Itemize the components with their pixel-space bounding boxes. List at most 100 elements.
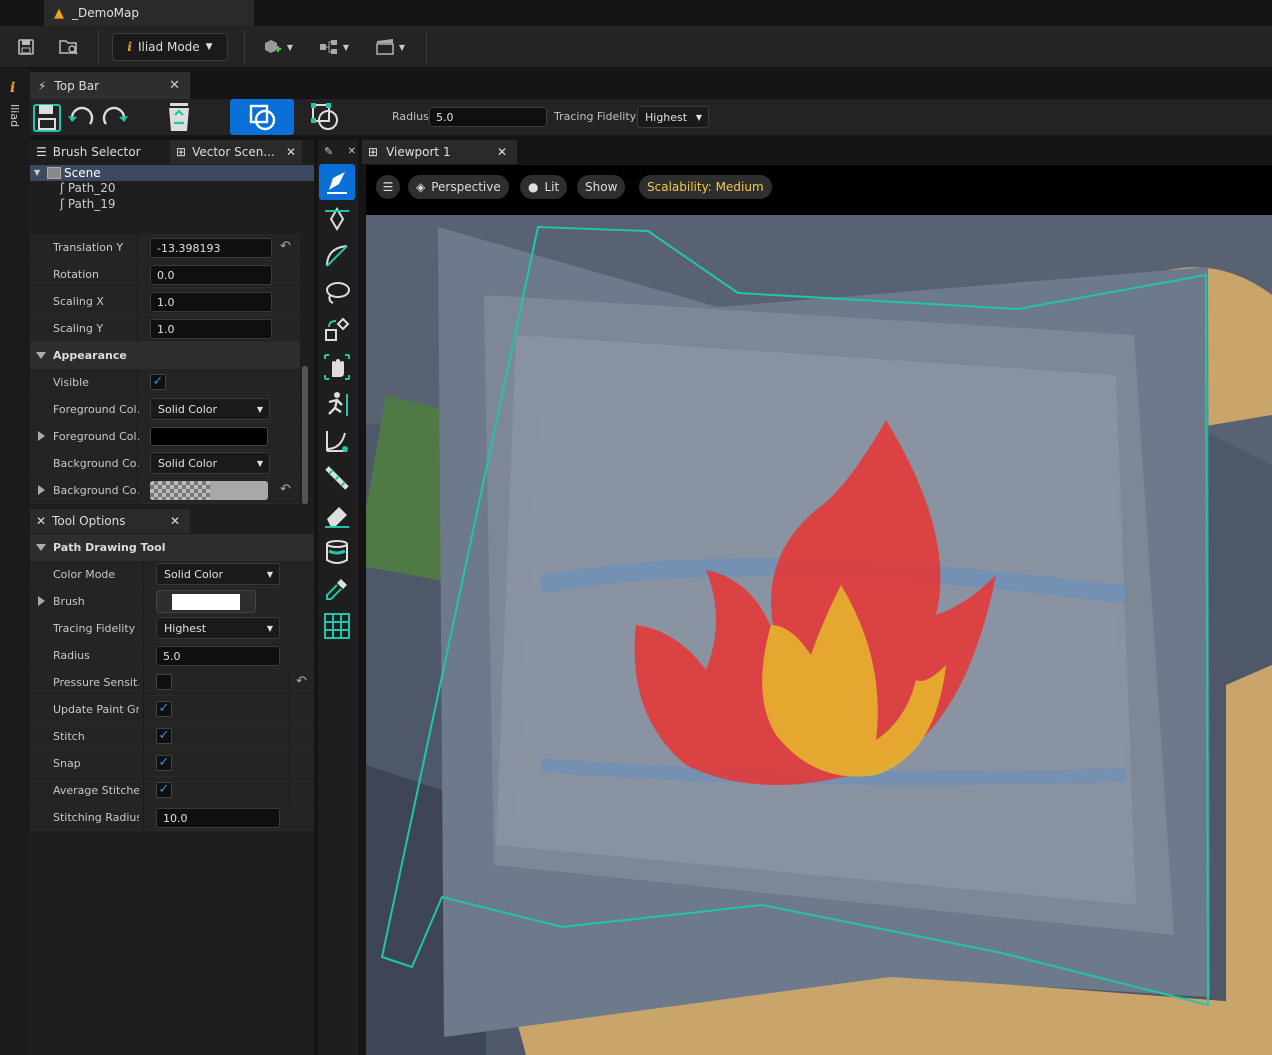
info-icon[interactable]: i [10, 80, 15, 96]
tab-top-bar[interactable]: ⚡ Top Bar ✕ [30, 72, 190, 99]
property-label: Radius [53, 649, 90, 662]
scrollbar-track[interactable] [302, 366, 308, 504]
scrollbar-thumb[interactable] [302, 366, 308, 504]
perspective-button[interactable]: ◈ Perspective [408, 175, 509, 199]
foreground-color-swatch[interactable] [150, 427, 268, 446]
chevron-right-icon[interactable] [38, 431, 45, 441]
color-mode-dropdown[interactable]: Solid Color ▼ [156, 563, 280, 585]
chevron-right-icon[interactable] [38, 485, 45, 495]
close-icon[interactable]: ✕ [497, 145, 507, 159]
average-stitches-checkbox[interactable]: ✓ [156, 782, 172, 798]
tab-vector-scene[interactable]: ⊞ Vector Scen... ✕ [170, 140, 302, 164]
lit-button[interactable]: ● Lit [520, 175, 568, 199]
transform-shape-tool-button[interactable] [308, 99, 342, 135]
redo-icon[interactable] [98, 99, 132, 135]
property-row: Translation Y -13.398193 ↶ [30, 234, 300, 261]
line-tool-icon[interactable] [319, 238, 355, 274]
chevron-down-icon: ▼ [286, 42, 294, 52]
scalability-badge[interactable]: Scalability: Medium [639, 175, 772, 199]
tree-row-scene[interactable]: ▼ Scene [30, 165, 314, 181]
category-path-drawing-tool[interactable]: Path Drawing Tool [30, 534, 314, 561]
grid-icon[interactable] [319, 608, 355, 644]
document-tab[interactable]: ▲ _DemoMap [44, 0, 254, 26]
viewport[interactable]: ☰ ◈ Perspective ● Lit Show Scalability: … [366, 165, 1272, 1055]
scaling-y-input[interactable]: 1.0 [150, 319, 272, 339]
tab-label: Viewport 1 [386, 145, 451, 159]
background-mode-dropdown[interactable]: Solid Color ▼ [150, 452, 270, 474]
property-row: Background Co... ↶ [30, 477, 300, 504]
toolbar-divider [244, 30, 245, 64]
show-button[interactable]: Show [577, 175, 626, 199]
blueprint-button[interactable]: ▼ [314, 34, 354, 60]
radius-input[interactable]: 5.0 [156, 646, 280, 666]
property-label: Stitching Radius [53, 811, 139, 824]
dropdown-value: Solid Color [158, 456, 218, 470]
curve-tool-icon[interactable] [319, 423, 355, 459]
side-strip-label[interactable]: Iliad [8, 104, 21, 127]
visible-checkbox[interactable]: ✓ [150, 374, 166, 390]
chevron-down-icon: ▼ [205, 42, 213, 52]
palette-tab[interactable]: ✎ ✕ [318, 140, 358, 162]
browse-icon[interactable] [56, 34, 82, 60]
tab-tool-options[interactable]: ✕ Tool Options ✕ [30, 509, 190, 533]
reset-icon[interactable]: ↶ [296, 674, 307, 689]
property-label: Background Co... [53, 484, 139, 497]
undo-icon[interactable] [64, 99, 98, 135]
viewport-menu-button[interactable]: ☰ [376, 175, 400, 199]
tree-row-path[interactable]: ʃ Path_20 [60, 181, 116, 197]
close-icon[interactable]: ✕ [170, 514, 180, 528]
close-icon[interactable]: ✕ [286, 145, 296, 159]
lightning-icon: ⚡ [38, 78, 47, 93]
reset-icon[interactable]: ↶ [280, 482, 291, 497]
pen-tool-icon[interactable] [319, 164, 355, 200]
add-actor-button[interactable]: ▼ [258, 34, 298, 60]
shape-transform-icon[interactable] [319, 312, 355, 348]
update-paint-checkbox[interactable]: ✓ [156, 701, 172, 717]
close-icon[interactable]: ✕ [348, 146, 356, 157]
translation-y-input[interactable]: -13.398193 [150, 238, 272, 258]
reset-icon[interactable]: ↶ [280, 239, 291, 254]
stitching-radius-input[interactable]: 10.0 [156, 808, 280, 828]
dropdown-value: Solid Color [164, 567, 224, 581]
paint-bucket-icon[interactable] [319, 534, 355, 570]
hand-tool-icon[interactable] [319, 349, 355, 385]
chevron-down-icon: ▼ [342, 42, 350, 52]
chevron-down-icon: ▼ [266, 569, 273, 579]
property-label: Scaling X [53, 295, 104, 308]
hamburger-icon: ☰ [382, 180, 394, 194]
pose-tool-icon[interactable] [319, 386, 355, 422]
tree-row-path[interactable]: ʃ Path_19 [60, 197, 116, 213]
tracing-fidelity-dropdown[interactable]: Highest ▼ [156, 617, 280, 639]
pressure-sensitivity-checkbox[interactable] [156, 674, 172, 690]
eraser-icon[interactable] [319, 497, 355, 533]
scaling-x-input[interactable]: 1.0 [150, 292, 272, 312]
property-label: Visible [53, 376, 89, 389]
viewport-scene[interactable] [366, 165, 1272, 1055]
radius-input[interactable]: 5.0 [429, 107, 547, 127]
close-icon[interactable]: ✕ [169, 78, 180, 93]
bezier-pen-icon[interactable] [319, 201, 355, 237]
foreground-mode-dropdown[interactable]: Solid Color ▼ [150, 398, 270, 420]
background-color-swatch[interactable] [150, 481, 268, 500]
stitch-checkbox[interactable]: ✓ [156, 728, 172, 744]
select-shape-tool-button[interactable] [230, 99, 294, 135]
rotation-input[interactable]: 0.0 [150, 265, 272, 285]
property-label: Update Paint Gr... [53, 703, 139, 716]
property-row: Scaling X 1.0 [30, 288, 300, 315]
lasso-icon[interactable] [319, 275, 355, 311]
chevron-down-icon[interactable]: ▼ [34, 168, 40, 177]
tracing-fidelity-dropdown[interactable]: Highest ▼ [637, 106, 709, 128]
eyedropper-icon[interactable] [319, 571, 355, 607]
chevron-right-icon[interactable] [38, 596, 45, 606]
cinematics-button[interactable]: ▼ [370, 34, 410, 60]
category-appearance[interactable]: Appearance [30, 342, 300, 369]
brush-color-button[interactable] [156, 590, 256, 613]
stitch-tool-icon[interactable] [319, 460, 355, 496]
recycle-bin-icon[interactable] [162, 99, 196, 135]
save-icon[interactable] [30, 99, 64, 135]
save-icon[interactable] [14, 34, 38, 60]
snap-checkbox[interactable]: ✓ [156, 755, 172, 771]
mode-select-button[interactable]: i Iliad Mode ▼ [112, 33, 228, 61]
tab-brush-selector[interactable]: ☰ Brush Selector [30, 140, 170, 164]
tab-viewport[interactable]: ⊞ Viewport 1 ✕ [362, 140, 517, 164]
